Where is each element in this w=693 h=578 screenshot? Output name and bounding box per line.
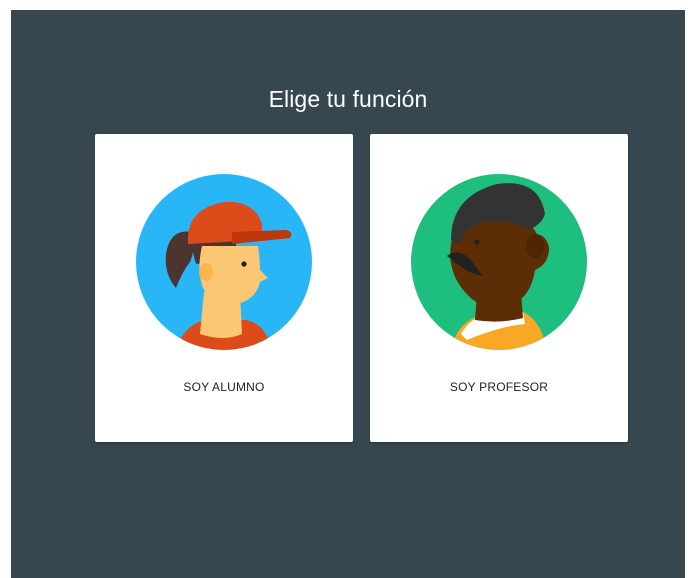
teacher-role-card[interactable]: SOY PROFESOR	[370, 134, 628, 442]
student-avatar-icon	[136, 174, 312, 350]
student-role-label: SOY ALUMNO	[183, 380, 265, 394]
page-title: Elige tu función	[268, 86, 428, 112]
teacher-role-label: SOY PROFESOR	[449, 380, 549, 394]
student-role-card[interactable]: SOY ALUMNO	[95, 134, 353, 442]
teacher-avatar-icon	[411, 174, 587, 350]
role-selection-screen: Elige tu función SOY ALUMNO SOY PROFESOR	[11, 10, 685, 578]
